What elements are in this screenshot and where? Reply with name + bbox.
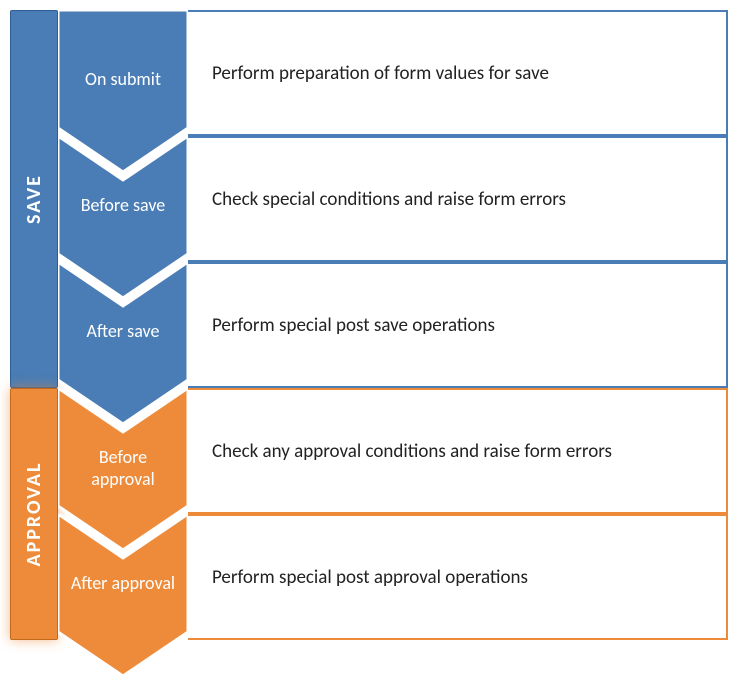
chevron-before-approval: Before approval [58,388,188,514]
step-row-on-submit: On submit Perform preparation of form va… [58,10,730,136]
process-diagram: SAVE APPROVAL On submit Perform preparat… [10,10,730,650]
chevron-down-icon [58,514,188,684]
step-description-text: Perform special post approval operations [212,566,528,589]
step-description: Check special conditions and raise form … [188,136,728,262]
step-row-after-approval: After approval Perform special post appr… [58,514,730,640]
step-label: On submit [58,68,188,90]
step-description: Perform preparation of form values for s… [188,10,728,136]
step-label: Before save [58,194,188,216]
phase-band-approval: APPROVAL [10,388,58,640]
step-description: Check any approval conditions and raise … [188,388,728,514]
phase-label-approval: APPROVAL [22,462,46,567]
step-description-text: Check any approval conditions and raise … [212,440,612,463]
step-description: Perform special post save operations [188,262,728,388]
step-label: After save [58,320,188,342]
phase-band-save: SAVE [10,10,58,388]
step-description: Perform special post approval operations [188,514,728,640]
phase-label-save: SAVE [22,174,46,224]
chevron-on-submit: On submit [58,10,188,136]
step-description-text: Check special conditions and raise form … [212,188,566,211]
chevron-after-save: After save [58,262,188,388]
step-description-text: Perform preparation of form values for s… [212,62,549,85]
step-row-before-approval: Before approval Check any approval condi… [58,388,730,514]
chevron-before-save: Before save [58,136,188,262]
step-row-after-save: After save Perform special post save ope… [58,262,730,388]
step-description-text: Perform special post save operations [212,314,495,337]
step-row-before-save: Before save Check special conditions and… [58,136,730,262]
step-label: Before approval [58,446,188,490]
step-label: After approval [58,572,188,594]
chevron-after-approval: After approval [58,514,188,640]
